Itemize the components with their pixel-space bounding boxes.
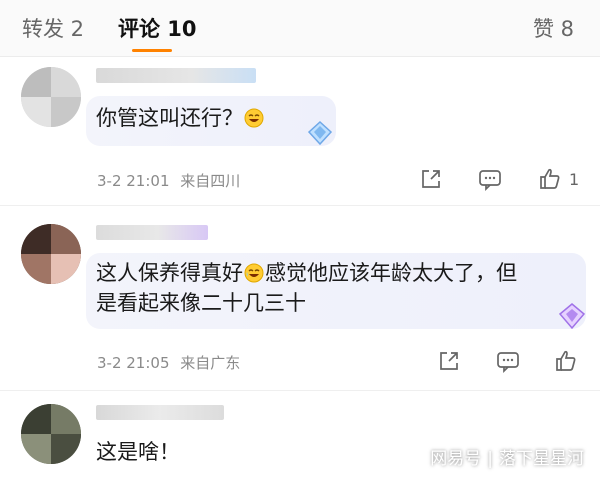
like-icon[interactable] — [553, 348, 579, 374]
username-blurred[interactable] — [96, 225, 208, 240]
comment-location: 来自四川 — [180, 172, 241, 190]
tab-likes[interactable]: 赞 8 — [533, 13, 574, 43]
comment-meta: 3-2 21:01 来自四川 — [97, 170, 246, 191]
comment-location: 来自广东 — [180, 354, 241, 372]
laughing-crying-emoji-icon — [244, 261, 264, 283]
comment-text: 这是啥！ — [96, 440, 180, 464]
share-icon[interactable] — [418, 166, 444, 192]
tab-bar: 转发 2 评论 10 赞 8 — [0, 0, 600, 57]
diamond-badge-icon — [556, 302, 588, 334]
watermark-author: 落下星星河 — [499, 449, 584, 469]
username-blurred[interactable] — [96, 405, 224, 420]
comment-text: 你管这叫还行？ — [96, 103, 265, 133]
like-icon[interactable] — [537, 166, 563, 192]
avatar[interactable] — [21, 404, 81, 464]
comment-text-line-2: 是看起来像二十几三十 — [96, 291, 306, 315]
tab-comments[interactable]: 评论 10 — [118, 13, 197, 43]
comment-time: 3-2 21:05 — [97, 354, 170, 372]
comment-icon[interactable] — [477, 166, 503, 192]
laughing-emoji-icon — [244, 106, 264, 128]
avatar[interactable] — [21, 67, 81, 127]
avatar[interactable] — [21, 224, 81, 284]
comment-time: 3-2 21:01 — [97, 172, 170, 190]
comment-divider — [0, 390, 600, 391]
watermark: 网易号 | 落下星星河 — [430, 449, 584, 469]
comment-divider — [0, 205, 600, 206]
diamond-badge-icon — [305, 120, 335, 150]
comment-icon[interactable] — [495, 348, 521, 374]
username-blurred[interactable] — [96, 68, 256, 83]
comment-meta: 3-2 21:05 来自广东 — [97, 352, 246, 373]
share-icon[interactable] — [436, 348, 462, 374]
active-tab-indicator — [132, 49, 172, 52]
watermark-source: 网易号 — [430, 449, 482, 469]
like-count: 1 — [569, 170, 580, 189]
tab-repost[interactable]: 转发 2 — [22, 13, 84, 43]
comment-text: 这人保养得真好 感觉他应该年龄太大了，但 — [96, 261, 517, 285]
